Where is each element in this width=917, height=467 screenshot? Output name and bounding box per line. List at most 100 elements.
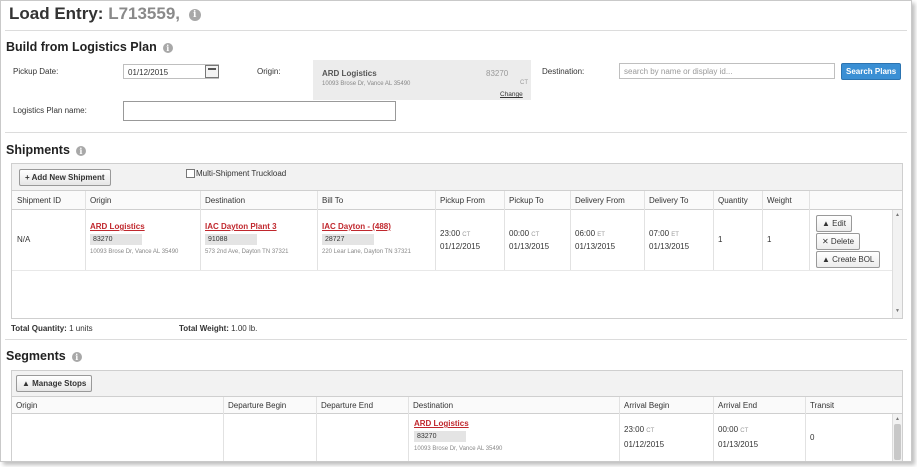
destination-search-input[interactable]: search by name or display id...	[619, 63, 835, 79]
pickup-date-label: Pickup Date:	[13, 67, 59, 76]
destination-placeholder: search by name or display id...	[624, 67, 733, 76]
destination-label: Destination:	[542, 67, 585, 76]
scroll-thumb[interactable]	[894, 424, 901, 460]
page-title: Load Entry: L713559, i	[9, 4, 201, 24]
col-arrival-begin: Arrival Begin	[624, 401, 670, 410]
col-weight: Weight	[767, 196, 792, 205]
info-icon[interactable]: i	[162, 42, 173, 53]
arrival-begin-time: 23:00 CT	[624, 425, 655, 434]
origin-selection: ARD Logistics 83270 10093 Brose Dr, Vanc…	[313, 60, 531, 100]
plan-name-label: Logistics Plan name:	[13, 106, 87, 115]
bill-to-link[interactable]: IAC Dayton - (488)	[322, 222, 391, 231]
bill-to-address: 220 Lear Lane, Dayton TN 37321	[322, 249, 411, 255]
load-entry-window: Load Entry: L713559, i Build from Logist…	[0, 0, 912, 462]
origin-address: 10093 Brose Dr, Vance AL 35490	[322, 81, 411, 87]
pickup-date-value: 01/12/2015	[128, 68, 169, 77]
origin-name: ARD Logistics	[322, 69, 377, 78]
segments-header-row: Origin Departure Begin Departure End Des…	[12, 397, 902, 414]
change-origin-link[interactable]: Change	[500, 91, 523, 98]
divider	[5, 339, 907, 340]
delete-button[interactable]: ✕ Delete	[816, 233, 861, 250]
origin-code: 83270	[486, 69, 509, 78]
delivery-from-date: 01/13/2015	[575, 242, 616, 251]
col-delivery-to: Delivery To	[649, 196, 689, 205]
shipments-heading-text: Shipments	[6, 143, 70, 157]
divider	[5, 30, 907, 31]
origin-code: 83270	[90, 234, 142, 245]
arrival-end-time: 00:00 CT	[718, 425, 749, 434]
col-transit: Transit	[810, 401, 835, 410]
plan-heading: Build from Logistics Plan i	[6, 40, 173, 54]
pickup-from-time: 23:00 CT	[440, 229, 471, 238]
col-delivery-from: Delivery From	[575, 196, 625, 205]
page-title-label: Load Entry:	[9, 4, 104, 23]
col-origin: Origin	[90, 196, 112, 205]
col-shipment-id: Shipment ID	[17, 196, 62, 205]
total-quantity: Total Quantity: 1 units	[11, 324, 93, 333]
create-bol-button[interactable]: ▲ Create BOL	[816, 251, 881, 268]
table-row[interactable]: N/A ARD Logistics 83270 10093 Brose Dr, …	[12, 210, 892, 270]
col-destination: Destination	[413, 401, 454, 410]
col-pickup-from: Pickup From	[440, 196, 485, 205]
multi-shipment-label: Multi-Shipment Truckload	[196, 169, 287, 178]
origin-link[interactable]: ARD Logistics	[90, 222, 145, 231]
plan-name-input[interactable]	[123, 101, 396, 121]
col-pickup-to: Pickup To	[509, 196, 544, 205]
delivery-from-time: 06:00 ET	[575, 229, 605, 238]
manage-stops-button[interactable]: ▲ Manage Stops	[16, 375, 93, 392]
multi-shipment-checkbox[interactable]	[186, 169, 195, 178]
col-destination: Destination	[205, 196, 246, 205]
segment-destination-address: 10093 Brose Dr, Vance AL 35490	[414, 446, 503, 452]
pickup-from-date: 01/12/2015	[440, 242, 481, 251]
segments-heading-text: Segments	[6, 349, 66, 363]
origin-address: 10093 Brose Dr, Vance AL 35490	[90, 249, 179, 255]
scroll-down-icon[interactable]: ▼	[895, 308, 900, 314]
segments-toolbar: ▲ Manage Stops	[12, 371, 902, 397]
pickup-to-date: 01/13/2015	[509, 242, 550, 251]
col-bill-to: Bill To	[322, 196, 344, 205]
calendar-icon[interactable]	[205, 65, 219, 78]
destination-address: 573 2nd Ave, Dayton TN 37321	[205, 249, 289, 255]
col-origin: Origin	[16, 401, 38, 410]
col-departure-end: Departure End	[321, 401, 374, 410]
scroll-up-icon[interactable]: ▲	[895, 416, 900, 422]
info-icon[interactable]: i	[188, 8, 201, 21]
shipments-heading: Shipments i	[6, 143, 86, 157]
segments-panel: ▲ Manage Stops Origin Departure Begin De…	[11, 370, 903, 461]
col-departure-begin: Departure Begin	[228, 401, 287, 410]
table-row[interactable]: ARD Logistics 83270 10093 Brose Dr, Vanc…	[12, 414, 892, 461]
load-id: L713559,	[108, 4, 181, 23]
weight: 1	[767, 235, 772, 244]
delivery-to-time: 07:00 ET	[649, 229, 679, 238]
segment-destination-link[interactable]: ARD Logistics	[414, 419, 469, 428]
shipment-id: N/A	[17, 235, 31, 244]
shipments-header-row: Shipment ID Origin Destination Bill To P…	[12, 191, 902, 210]
row-divider	[12, 270, 892, 271]
origin-timezone: CT	[520, 80, 528, 86]
shipments-panel: + Add New Shipment Multi-Shipment Truckl…	[11, 163, 903, 319]
col-quantity: Quantity	[718, 196, 748, 205]
arrival-begin-date: 01/12/2015	[624, 440, 665, 449]
info-icon[interactable]: i	[75, 145, 86, 156]
delivery-to-date: 01/13/2015	[649, 242, 690, 251]
scroll-up-icon[interactable]: ▲	[895, 212, 900, 218]
add-new-shipment-button[interactable]: + Add New Shipment	[19, 169, 111, 186]
total-weight: Total Weight: 1.00 lb.	[179, 324, 258, 333]
quantity: 1	[718, 235, 723, 244]
col-arrival-end: Arrival End	[718, 401, 758, 410]
bill-to-code: 28727	[322, 234, 374, 245]
search-plans-button[interactable]: Search Plans	[841, 63, 902, 80]
info-icon[interactable]: i	[71, 351, 82, 362]
pickup-to-time: 00:00 CT	[509, 229, 540, 238]
shipments-scrollbar[interactable]: ▲ ▼	[892, 210, 902, 318]
transit: 0	[810, 433, 815, 442]
edit-button[interactable]: ▲ Edit	[816, 215, 852, 232]
destination-link[interactable]: IAC Dayton Plant 3	[205, 222, 277, 231]
segments-heading: Segments i	[6, 349, 82, 363]
segment-destination-code: 83270	[414, 431, 466, 442]
divider	[5, 132, 907, 133]
arrival-end-date: 01/13/2015	[718, 440, 759, 449]
shipments-toolbar: + Add New Shipment Multi-Shipment Truckl…	[12, 164, 902, 191]
segments-scrollbar[interactable]: ▲	[892, 414, 902, 461]
plan-heading-text: Build from Logistics Plan	[6, 40, 157, 54]
